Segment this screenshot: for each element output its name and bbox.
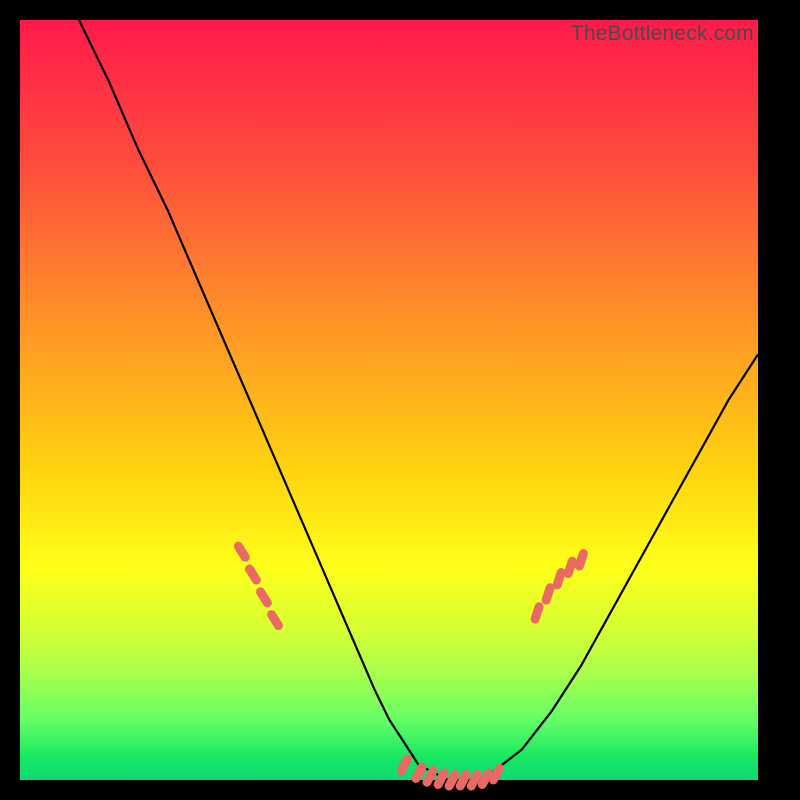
marker-group-right xyxy=(529,548,589,625)
marker-group-left xyxy=(232,540,284,632)
marker-capsule xyxy=(395,753,413,777)
marker-group-floor xyxy=(395,753,505,792)
marker-capsule xyxy=(232,540,251,563)
marker-capsule xyxy=(254,586,273,609)
bottleneck-curve-path xyxy=(79,20,758,780)
marker-capsule xyxy=(243,563,262,586)
chart-frame: TheBottleneck.com xyxy=(20,20,780,780)
marker-capsule xyxy=(529,601,544,625)
curve-layer xyxy=(20,20,758,780)
gradient-plot-area: TheBottleneck.com xyxy=(20,20,758,780)
marker-capsule xyxy=(265,608,284,631)
